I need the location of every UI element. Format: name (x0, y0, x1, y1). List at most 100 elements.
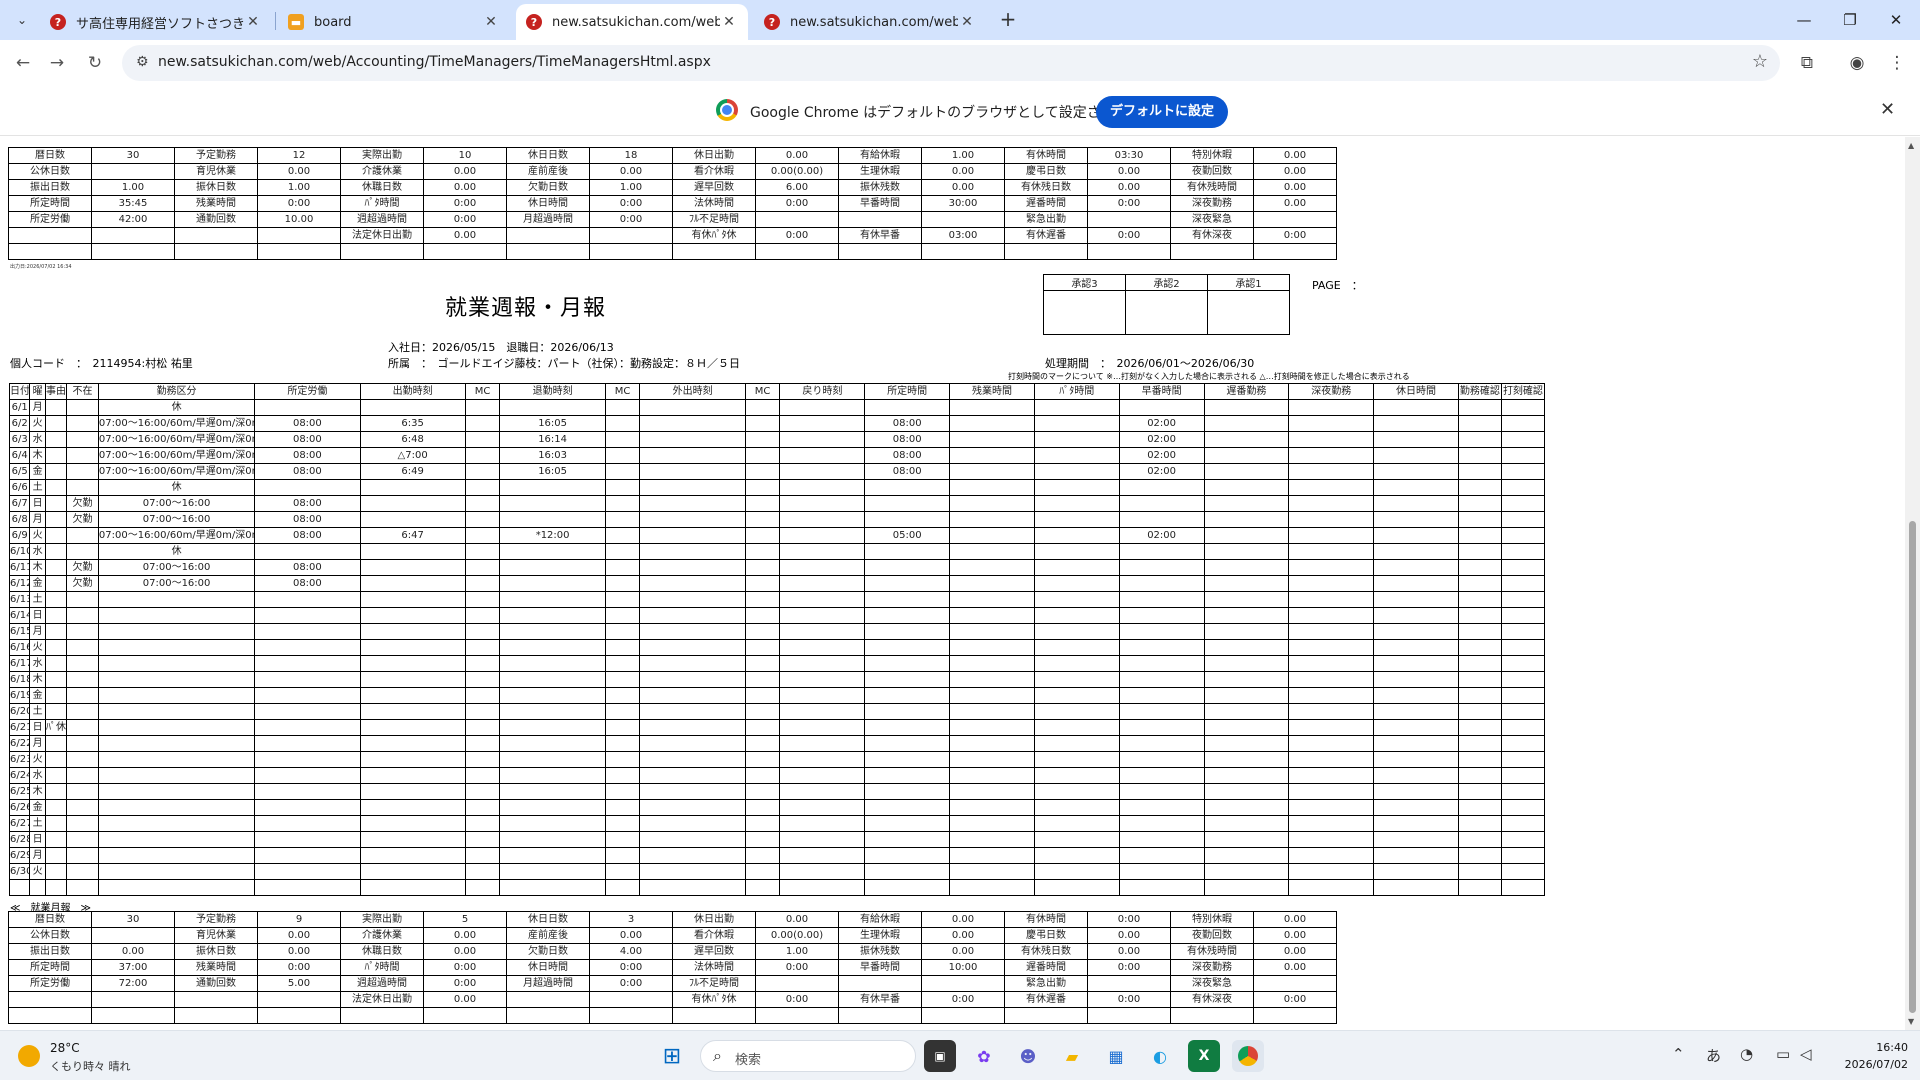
tab-search-chevron-icon[interactable]: ⌄ (8, 6, 36, 34)
network-icon[interactable]: ▭ (1776, 1045, 1790, 1063)
scroll-up-icon[interactable]: ▲ (1908, 141, 1914, 150)
table-cell (744, 415, 781, 432)
scroll-down-icon[interactable]: ▼ (1908, 1017, 1914, 1026)
clock-time[interactable]: 16:40 (1868, 1041, 1908, 1054)
windows-start-icon[interactable]: ⊞ (656, 1040, 688, 1072)
browser-tab-2[interactable]: ▬ board ✕ (278, 4, 510, 40)
table-cell (604, 847, 641, 864)
bookmark-star-icon[interactable]: ☆ (1752, 51, 1768, 72)
profile-avatar-icon[interactable]: ◉ (1842, 48, 1872, 78)
table-cell (779, 543, 866, 560)
table-cell: 日 (29, 495, 46, 512)
table-cell (66, 431, 99, 448)
summary-value-cell: 03:30 (1087, 147, 1171, 164)
copilot-icon[interactable]: ✿ (968, 1040, 1000, 1072)
table-cell: 08:00 (864, 447, 951, 464)
site-info-icon[interactable]: ⚙ (136, 54, 149, 70)
copilot-tray-icon[interactable]: ◔ (1740, 1045, 1753, 1063)
summary-label-cell (174, 243, 258, 260)
file-explorer-icon[interactable]: ▰ (1056, 1040, 1088, 1072)
browser-tab-4[interactable]: ? new.satsukichan.com/web/Acco ✕ (754, 4, 986, 40)
table-row: 6/29月 (8, 847, 1546, 864)
address-bar[interactable]: ⚙ new.satsukichan.com/web/Accounting/Tim… (122, 45, 1780, 81)
taskbar-search[interactable]: ⌕ 検索 (700, 1040, 916, 1072)
page-scrollbar[interactable]: ▲ ▼ (1905, 137, 1920, 1030)
summary-row: 振出日数 0.00 振休日数 0.00 休職日数 0.00 欠勤日数 4.00 遅早回数 1.00… (8, 943, 1337, 960)
task-view-icon[interactable]: ▣ (924, 1040, 956, 1072)
summary-value-cell: 10 (423, 147, 507, 164)
table-cell (639, 591, 746, 608)
scrollbar-thumb[interactable] (1909, 521, 1916, 1013)
table-cell (464, 447, 501, 464)
window-close-icon[interactable]: ✕ (1878, 6, 1914, 34)
restore-icon[interactable]: ❐ (1832, 6, 1868, 34)
table-cell (254, 783, 361, 800)
table-row: 6/30火 (8, 863, 1546, 880)
table-cell (1203, 735, 1290, 752)
browser-tab-3-active[interactable]: ? new.satsukichan.com/web/Acco ✕ (516, 4, 748, 40)
table-cell (66, 463, 99, 480)
set-default-button[interactable]: デフォルトに設定 (1096, 96, 1229, 128)
table-cell (359, 623, 466, 640)
summary-label-cell: 休日出勤 (672, 147, 756, 164)
close-icon[interactable]: ✕ (244, 14, 262, 30)
table-cell: 月 (29, 847, 46, 864)
table-cell (499, 831, 606, 848)
summary-row: 所定時間 37:00 残業時間 0:00 ﾊﾟﾀ時間 0:00 休日時間 0:00 法休時間 0:… (8, 959, 1337, 976)
table-cell (464, 783, 501, 800)
weather-temperature[interactable]: 28°C (50, 1041, 80, 1055)
minimize-icon[interactable]: — (1786, 6, 1822, 34)
weather-description[interactable]: くもり時々 晴れ (50, 1058, 131, 1074)
table-cell: 02:00 (1118, 463, 1205, 480)
more-menu-icon[interactable]: ⋮ (1882, 48, 1912, 78)
new-tab-plus-icon[interactable]: + (996, 8, 1020, 32)
forward-arrow-icon[interactable]: → (42, 48, 72, 78)
table-cell: 6/18 (8, 671, 31, 688)
reload-icon[interactable]: ↻ (80, 48, 110, 78)
table-cell (499, 639, 606, 656)
clock-date[interactable]: 2026/07/02 (1838, 1058, 1908, 1071)
close-icon[interactable]: ✕ (958, 14, 976, 30)
ms-store-icon[interactable]: ▦ (1100, 1040, 1132, 1072)
table-cell (66, 863, 99, 880)
table-cell (66, 815, 99, 832)
table-row: 6/5 金 07:00〜16:00/60m/早遅0m/深0m 08:00 6:49 16:… (8, 463, 1546, 480)
volume-icon[interactable]: ◁ (1800, 1045, 1812, 1063)
table-cell: 6/25 (8, 783, 31, 800)
table-cell (864, 511, 951, 528)
table-cell (44, 543, 68, 560)
table-cell (639, 543, 746, 560)
summary-value-cell: 9 (257, 911, 341, 928)
table-cell (779, 783, 866, 800)
table-cell (949, 735, 1035, 752)
excel-icon[interactable]: X (1188, 1040, 1220, 1072)
weather-sun-icon[interactable] (18, 1045, 40, 1067)
chrome-taskbar-icon[interactable] (1232, 1040, 1264, 1072)
url-text[interactable]: new.satsukichan.com/web/Accounting/TimeM… (158, 54, 711, 70)
table-cell (464, 431, 501, 448)
table-cell (1373, 799, 1459, 816)
table-cell (604, 591, 641, 608)
table-cell (864, 703, 951, 720)
summary-value-cell: 0:00 (589, 211, 673, 228)
tab-title: new.satsukichan.com/web/Acco (790, 14, 958, 30)
edge-icon[interactable]: ◐ (1144, 1040, 1176, 1072)
summary-value-cell: 1.00 (91, 179, 175, 196)
table-cell (1457, 863, 1502, 880)
close-icon[interactable]: ✕ (482, 14, 500, 30)
table-cell (97, 879, 256, 896)
summary-label-cell: 産前産後 (506, 927, 590, 944)
table-cell (1457, 671, 1502, 688)
teams-icon[interactable]: ☻ (1012, 1040, 1044, 1072)
table-cell (744, 847, 781, 864)
table-cell (499, 703, 606, 720)
table-cell (44, 847, 68, 864)
infobar-close-icon[interactable]: ✕ (1880, 99, 1895, 120)
browser-tab-1[interactable]: ? サ高住専用経営ソフトさつきちゃん ✕ (40, 4, 272, 40)
table-cell (254, 767, 361, 784)
tray-overflow-chevron-icon[interactable]: ⌃ (1672, 1045, 1685, 1063)
back-arrow-icon[interactable]: ← (8, 48, 38, 78)
close-icon[interactable]: ✕ (720, 14, 738, 30)
ime-mode-icon[interactable]: あ (1706, 1045, 1721, 1066)
extensions-puzzle-icon[interactable]: ⧉ (1792, 48, 1822, 78)
